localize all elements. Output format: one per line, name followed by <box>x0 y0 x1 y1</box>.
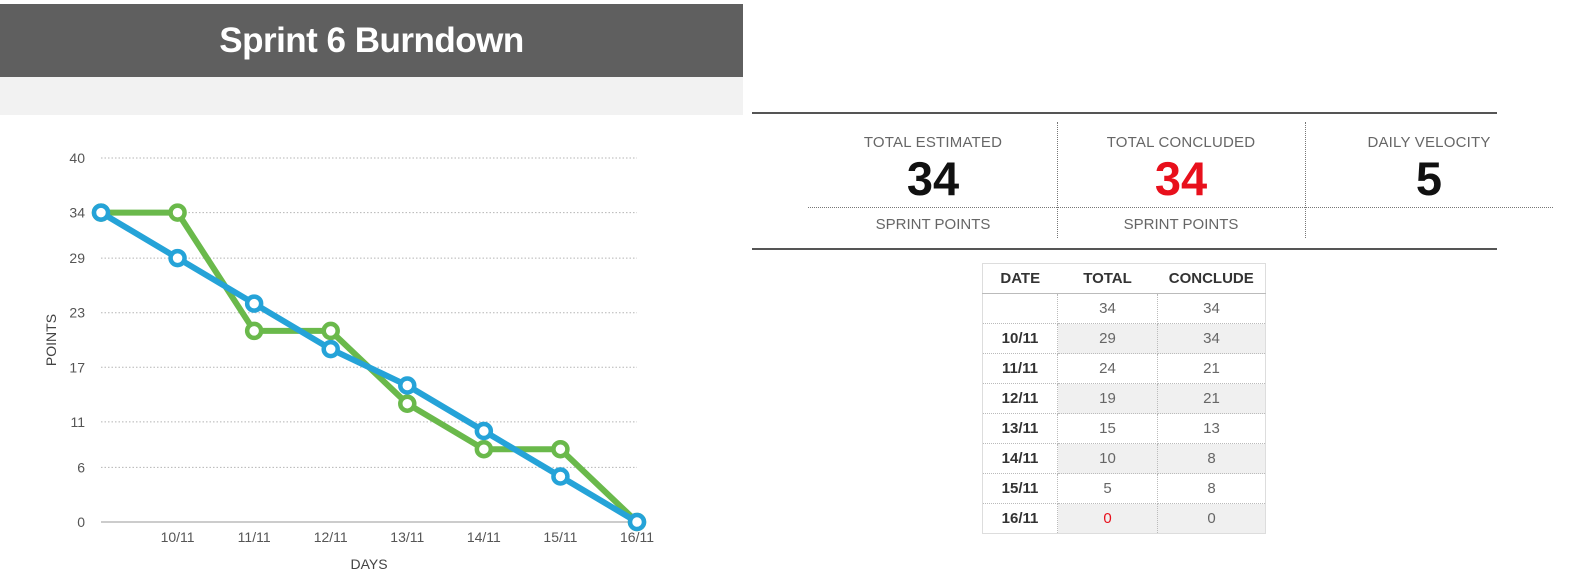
x-tick-label: 12/11 <box>314 529 348 545</box>
x-tick-label: 16/11 <box>620 529 654 545</box>
title-bar: Sprint 6 Burndown <box>0 4 743 77</box>
cell-date: 16/11 <box>982 503 1058 534</box>
x-tick-label: 13/11 <box>390 529 424 545</box>
y-tick-label: 17 <box>69 359 85 375</box>
cell-total: 15 <box>1057 413 1158 444</box>
y-tick-label: 29 <box>69 250 85 266</box>
y-axis-title: POINTS <box>43 314 59 366</box>
data-point-0 <box>474 439 494 459</box>
stat-label: TOTAL ESTIMATED <box>863 134 1003 151</box>
cell-conclude: 8 <box>1157 443 1266 474</box>
cell-conclude: 8 <box>1157 473 1266 504</box>
stats-bottom-rule <box>752 248 1497 250</box>
cell-total: 29 <box>1057 323 1158 354</box>
table-row: 14/11 10 8 <box>982 443 1266 474</box>
x-tick-label: 14/11 <box>467 529 501 545</box>
cell-date: 14/11 <box>982 443 1058 474</box>
cell-date: 11/11 <box>982 353 1058 384</box>
y-tick-label: 0 <box>77 514 85 530</box>
stat-divider <box>1057 122 1058 238</box>
data-point-0 <box>321 321 340 341</box>
x-tick-label: 10/11 <box>161 529 195 545</box>
cell-total: 19 <box>1057 383 1158 414</box>
cell-conclude: 0 <box>1157 503 1266 534</box>
header-date: DATE <box>982 263 1058 294</box>
y-tick-label: 11 <box>70 414 85 430</box>
stat-value: 34 <box>1154 152 1208 205</box>
table-row: 13/11 15 13 <box>982 413 1266 444</box>
stat-divider <box>1305 122 1306 238</box>
cell-total: 10 <box>1057 443 1158 474</box>
stat-value: 34 <box>906 152 960 205</box>
data-point-1 <box>551 467 570 486</box>
page-title: Sprint 6 Burndown <box>219 20 524 60</box>
cell-total: 34 <box>1057 293 1158 324</box>
cell-total: 24 <box>1057 353 1158 384</box>
x-tick-label: 11/11 <box>238 529 271 545</box>
header-conclude: CONCLUDE <box>1157 263 1266 294</box>
cell-date <box>982 293 1058 324</box>
title-subbar <box>0 77 743 115</box>
data-point-0 <box>168 203 187 222</box>
cell-conclude: 34 <box>1157 323 1266 354</box>
table-header-row: DATE TOTAL CONCLUDE <box>982 263 1266 294</box>
cell-conclude: 34 <box>1157 293 1266 324</box>
cell-date: 15/11 <box>982 473 1058 504</box>
table-row: 15/11 5 8 <box>982 473 1266 504</box>
burndown-table: DATE TOTAL CONCLUDE 34 34 10/11 29 34 11… <box>982 263 1266 534</box>
y-tick-label: 40 <box>69 150 85 166</box>
stat-total-estimated: TOTAL ESTIMATED 34 SPRINT POINTS <box>833 134 1033 233</box>
data-point-0 <box>551 439 570 459</box>
y-tick-label: 6 <box>77 459 85 475</box>
data-point-1 <box>398 376 417 395</box>
data-point-1 <box>168 248 187 268</box>
stat-label: TOTAL CONCLUDED <box>1106 134 1256 151</box>
burndown-chart: 0 6 11 17 23 29 34 40 10/11 11/11 12/11 13/11 14/11 1… <box>43 150 654 572</box>
table-row: 10/11 29 34 <box>982 323 1266 354</box>
stat-unit: SPRINT POINTS <box>1123 216 1239 233</box>
x-axis-title: DAYS <box>350 556 387 572</box>
data-point-1 <box>91 203 111 222</box>
stat-total-concluded: TOTAL CONCLUDED 34 SPRINT POINTS <box>1081 134 1281 233</box>
cell-date: 13/11 <box>982 413 1058 444</box>
data-point-1 <box>321 339 340 359</box>
cell-total: 0 <box>1057 503 1158 534</box>
data-point-1 <box>474 421 494 441</box>
stat-label: DAILY VELOCITY <box>1367 134 1491 151</box>
cell-conclude: 21 <box>1157 383 1266 414</box>
data-point-0 <box>398 394 417 413</box>
cell-total: 5 <box>1057 473 1158 504</box>
data-point-1 <box>627 512 647 532</box>
cell-date: 10/11 <box>982 323 1058 354</box>
stat-daily-velocity: DAILY VELOCITY 5 <box>1344 134 1514 207</box>
y-tick-label: 23 <box>69 305 85 321</box>
x-tick-label: 15/11 <box>543 529 577 545</box>
cell-conclude: 21 <box>1157 353 1266 384</box>
stat-value: 5 <box>1415 152 1443 205</box>
table-row: 12/11 19 21 <box>982 383 1266 414</box>
header-total: TOTAL <box>1057 263 1158 294</box>
stat-unit: SPRINT POINTS <box>875 216 991 233</box>
data-point-0 <box>244 321 264 341</box>
cell-date: 12/11 <box>982 383 1058 414</box>
table-row: 11/11 24 21 <box>982 353 1266 384</box>
stats-top-rule <box>752 112 1497 114</box>
y-tick-label: 34 <box>69 205 85 221</box>
data-point-1 <box>244 294 264 313</box>
cell-conclude: 13 <box>1157 413 1266 444</box>
table-row: 34 34 <box>982 293 1266 324</box>
table-row: 16/11 0 0 <box>982 503 1266 534</box>
